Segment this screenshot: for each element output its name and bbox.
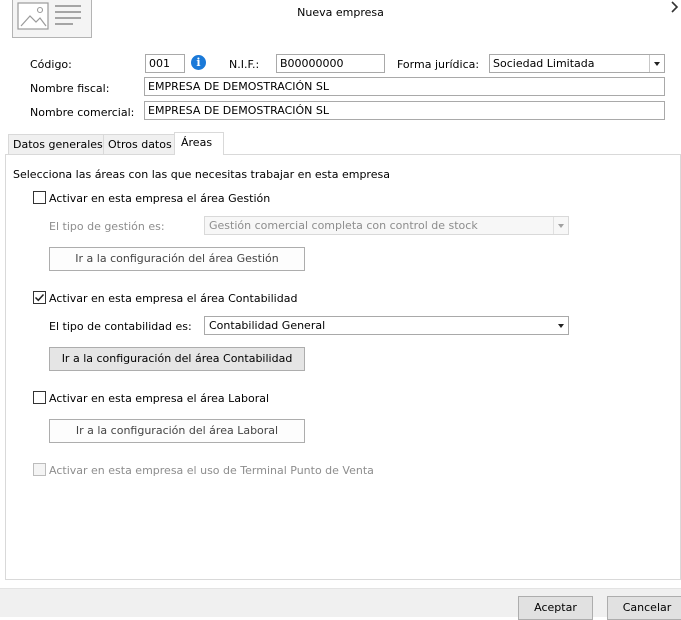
config-laboral-button[interactable]: Ir a la configuración del área Laboral [49,419,305,443]
window-title: Nueva empresa [297,6,384,19]
nombre-comercial-input[interactable]: EMPRESA DE DEMOSTRACIÓN SL [144,101,665,120]
gestion-checkbox-label[interactable]: Activar en esta empresa el área Gestión [49,192,270,205]
accept-button[interactable]: Aceptar [518,596,593,620]
forma-juridica-value: Sociedad Limitada [493,57,595,70]
chevron-right-icon[interactable] [670,0,680,18]
chevron-down-icon[interactable] [554,317,568,334]
tab-otros-datos[interactable]: Otros datos [103,134,177,154]
nombre-fiscal-input[interactable]: EMPRESA DE DEMOSTRACIÓN SL [144,77,665,96]
contabilidad-checkbox-label[interactable]: Activar en esta empresa el área Contabil… [49,292,297,305]
tipo-contabilidad-value: Contabilidad General [209,319,326,332]
info-icon[interactable]: i [191,55,206,70]
nif-label: N.I.F.: [229,58,260,71]
tpv-checkbox-label: Activar en esta empresa el uso de Termin… [49,464,374,477]
tab-areas[interactable]: Áreas [174,132,224,155]
codigo-label: Código: [30,58,72,71]
tipo-contabilidad-select[interactable]: Contabilidad General [204,316,569,335]
tab-datos-generales[interactable]: Datos generales [8,134,108,154]
areas-intro-text: Selecciona las áreas con las que necesit… [13,168,390,181]
cancel-button[interactable]: Cancelar [607,596,681,620]
laboral-checkbox-label[interactable]: Activar en esta empresa el área Laboral [49,392,269,405]
contabilidad-checkbox[interactable] [33,291,46,304]
chevron-down-icon[interactable] [649,55,664,72]
forma-juridica-label: Forma jurídica: [397,58,480,71]
nombre-comercial-label: Nombre comercial: [30,106,135,119]
tipo-gestion-value: Gestión comercial completa con control d… [209,219,478,232]
config-contabilidad-button[interactable]: Ir a la configuración del área Contabili… [49,347,305,371]
tipo-contabilidad-label: El tipo de contabilidad es: [49,320,192,333]
gestion-checkbox[interactable] [33,191,46,204]
nif-input[interactable]: B00000000 [276,54,385,73]
laboral-checkbox[interactable] [33,391,46,404]
codigo-input[interactable]: 001 [145,54,185,73]
nombre-fiscal-label: Nombre fiscal: [30,82,110,95]
config-gestion-button[interactable]: Ir a la configuración del área Gestión [49,247,305,271]
tipo-gestion-select: Gestión comercial completa con control d… [204,216,569,235]
chevron-down-icon [553,217,568,234]
checkmark-icon [34,293,45,302]
tpv-checkbox [33,463,46,476]
forma-juridica-select[interactable]: Sociedad Limitada [489,54,665,73]
tipo-gestion-label: El tipo de gestión es: [49,220,165,233]
